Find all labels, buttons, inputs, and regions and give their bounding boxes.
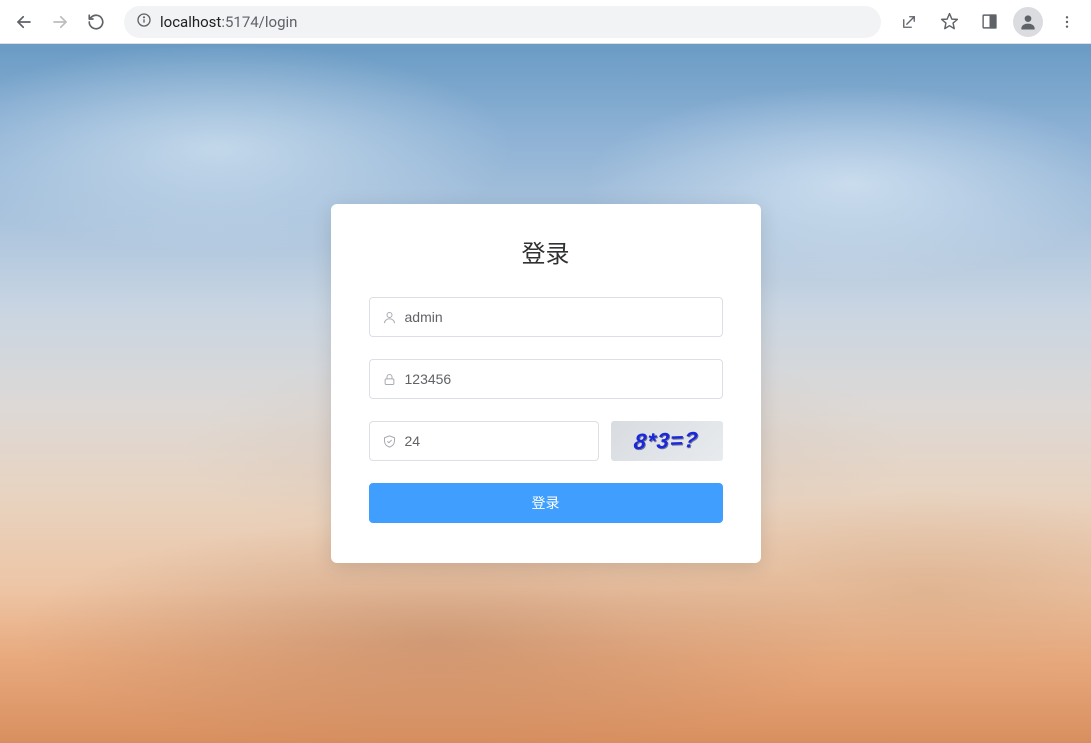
address-bar[interactable]: localhost:5174/login <box>124 6 881 38</box>
username-field-wrapper <box>369 297 723 337</box>
reload-button[interactable] <box>80 6 112 38</box>
info-icon <box>136 12 152 32</box>
profile-avatar[interactable] <box>1013 7 1043 37</box>
login-submit-button[interactable]: 登录 <box>369 483 723 523</box>
url-host: localhost <box>160 13 221 31</box>
bookmark-star-icon[interactable] <box>933 6 965 38</box>
lock-icon <box>382 372 397 387</box>
forward-button[interactable] <box>44 6 76 38</box>
captcha-input[interactable] <box>405 422 586 460</box>
browser-toolbar: localhost:5174/login <box>0 0 1091 44</box>
back-button[interactable] <box>8 6 40 38</box>
login-page-background: 登录 <box>0 44 1091 743</box>
password-input[interactable] <box>405 360 710 398</box>
login-card: 登录 <box>331 204 761 563</box>
login-title: 登录 <box>369 234 723 269</box>
username-input[interactable] <box>405 298 710 336</box>
captcha-image[interactable]: 8*3=? <box>611 421 723 461</box>
captcha-row: 8*3=? <box>369 421 723 461</box>
panel-icon[interactable] <box>973 6 1005 38</box>
url-text: localhost:5174/login <box>160 13 297 31</box>
toolbar-right <box>893 6 1083 38</box>
menu-dots-icon[interactable] <box>1051 6 1083 38</box>
username-input-wrapper[interactable] <box>369 297 723 337</box>
share-icon[interactable] <box>893 6 925 38</box>
shield-check-icon <box>382 434 397 449</box>
user-icon <box>382 310 397 325</box>
password-field-wrapper <box>369 359 723 399</box>
captcha-text: 8*3=? <box>633 427 700 455</box>
url-path: :5174/login <box>221 13 297 31</box>
captcha-input-wrapper[interactable] <box>369 421 599 461</box>
password-input-wrapper[interactable] <box>369 359 723 399</box>
